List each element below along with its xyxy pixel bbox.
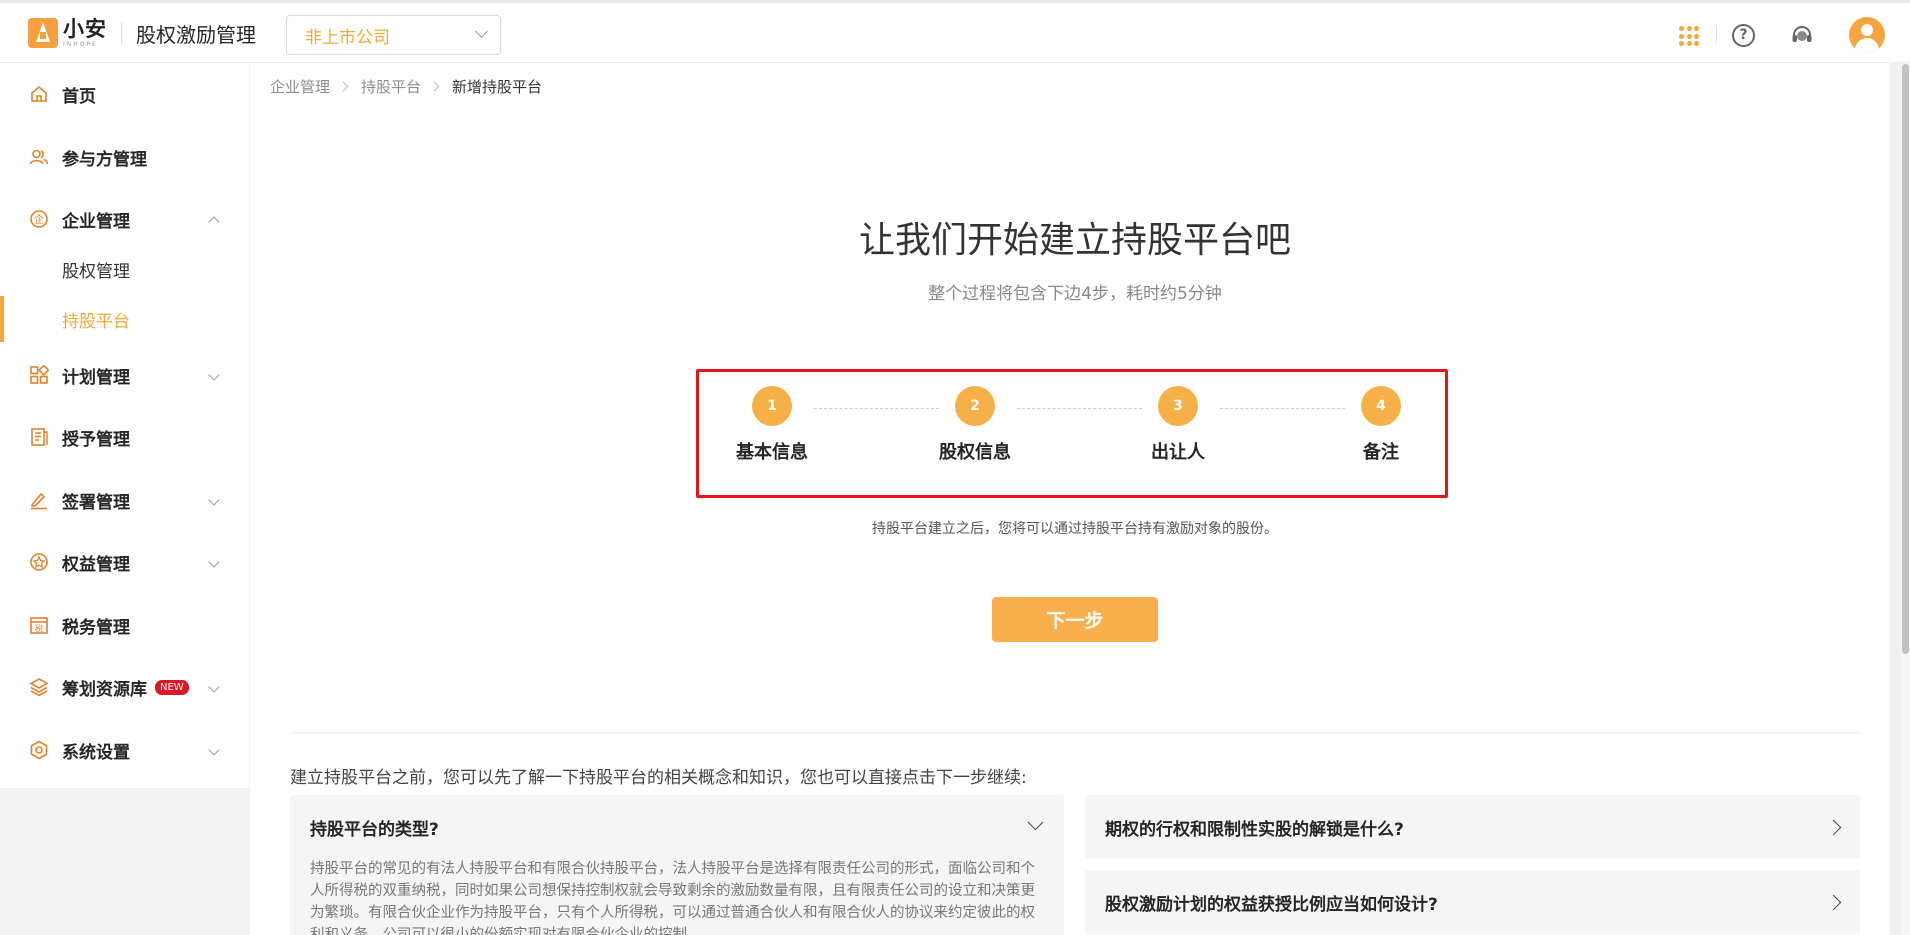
steps-panel: 1 基本信息 2 股权信息 3 出让人 4 备注 (696, 369, 1448, 498)
tax-icon: 税 (30, 617, 48, 634)
company-type-select[interactable]: 非上市公司 (286, 15, 501, 55)
customer-service-icon[interactable] (1790, 24, 1814, 48)
sidebar-item-label: 参与方管理 (62, 149, 147, 170)
step-name: 出让人 (1151, 442, 1205, 463)
step-1: 1 基本信息 (712, 386, 832, 464)
sidebar-item-label: 签署管理 (62, 492, 130, 513)
help-icon[interactable]: ? (1732, 24, 1755, 47)
breadcrumb-link[interactable]: 企业管理 (270, 76, 330, 97)
sidebar-subitem-holding-platform[interactable]: 持股平台 (0, 296, 249, 342)
svg-text:企: 企 (34, 213, 44, 226)
plan-grid-icon (30, 365, 49, 384)
page-title: 让我们开始建立持股平台吧 (858, 220, 1291, 261)
faq-question: 期权的行权和限制性实股的解锁是什么? (1105, 820, 1404, 840)
chevron-down-icon (208, 744, 220, 756)
enterprise-icon: 企 (30, 210, 48, 228)
scrollbar-thumb[interactable] (1902, 64, 1909, 654)
sidebar-item-signing[interactable]: 签署管理 (0, 472, 249, 528)
faq-item[interactable]: 期权的行权和限制性实股的解锁是什么? (1085, 795, 1860, 859)
step-2: 2 股权信息 (915, 386, 1035, 464)
chevron-down-icon (208, 369, 220, 381)
platform-hint: 持股平台建立之后，您将可以通过持股平台持有激励对象的股份。 (872, 521, 1278, 537)
breadcrumb-chevron-icon (338, 81, 349, 92)
chevron-down-icon (208, 681, 220, 693)
sidebar-item-home[interactable]: 首页 (0, 66, 249, 122)
faq-item[interactable]: 股权激励计划的权益获授比例应当如何设计? (1085, 870, 1860, 934)
logo-subtext: INHOPE (63, 40, 98, 48)
new-badge: NEW (155, 680, 189, 695)
top-bar: 小安 INHOPE 股权激励管理 非上市公司 ? (0, 0, 1910, 63)
faq-question: 持股平台的类型? (310, 820, 439, 840)
sidebar-item-label: 系统设置 (62, 742, 130, 763)
sidebar-subitem-label: 持股平台 (62, 311, 130, 332)
sidebar-item-plans[interactable]: 计划管理 (0, 347, 249, 403)
user-avatar[interactable] (1849, 17, 1885, 53)
apps-grid-icon[interactable] (1679, 26, 1699, 46)
badge-icon (30, 553, 48, 571)
chevron-right-icon (1825, 819, 1842, 836)
sidebar-item-label: 首页 (62, 86, 96, 107)
breadcrumb-chevron-icon (429, 81, 440, 92)
toolbar-divider (1716, 27, 1717, 43)
sidebar-item-label: 计划管理 (62, 367, 130, 388)
step-name: 基本信息 (736, 442, 808, 463)
breadcrumb-current: 新增持股平台 (452, 78, 543, 96)
settings-icon (30, 740, 48, 760)
company-type-value: 非上市公司 (305, 27, 390, 48)
users-icon (29, 149, 49, 165)
sidebar-item-label: 税务管理 (62, 617, 130, 638)
sidebar-item-enterprise[interactable]: 企 企业管理 (0, 191, 249, 247)
sidebar-item-resources[interactable]: 筹划资源库 NEW (0, 659, 249, 715)
home-icon (31, 85, 47, 102)
breadcrumb-link[interactable]: 持股平台 (361, 76, 421, 97)
sidebar-panel: 首页 参与方管理 企 企业管理 股权管理 持股平台 计划管理 授予管理 签署管理… (0, 63, 249, 788)
sidebar-item-label: 筹划资源库 (62, 679, 147, 700)
chevron-down-icon (208, 494, 220, 506)
sidebar-item-settings[interactable]: 系统设置 (0, 722, 249, 778)
sidebar-item-label: 企业管理 (62, 211, 130, 232)
section-divider (290, 732, 1860, 733)
sidebar-subitem-equity[interactable]: 股权管理 (0, 246, 249, 292)
chevron-down-icon (475, 25, 488, 38)
document-icon (31, 428, 48, 446)
step-number: 2 (955, 386, 995, 426)
main-content: 企业管理 持股平台 新增持股平台 让我们开始建立持股平台吧 整个过程将包含下边4… (250, 63, 1890, 935)
step-number: 1 (752, 386, 792, 426)
sidebar: 首页 参与方管理 企 企业管理 股权管理 持股平台 计划管理 授予管理 签署管理… (0, 63, 249, 935)
breadcrumb: 企业管理 持股平台 新增持股平台 (270, 76, 542, 97)
chevron-down-icon (208, 556, 220, 568)
step-number: 3 (1158, 386, 1198, 426)
sidebar-item-label: 授予管理 (62, 429, 130, 450)
sidebar-item-label: 权益管理 (62, 554, 130, 575)
app-title: 股权激励管理 (136, 22, 256, 47)
logo-divider (121, 22, 122, 44)
faq-item-expanded[interactable]: 持股平台的类型? 持股平台的常见的有法人持股平台和有限合伙持股平台，法人持股平台… (290, 795, 1064, 935)
faq-intro: 建立持股平台之前，您可以先了解一下持股平台的相关概念和知识，您也可以直接点击下一… (290, 768, 1027, 788)
page-subtitle: 整个过程将包含下边4步，耗时约5分钟 (928, 284, 1222, 304)
sidebar-item-tax[interactable]: 税 税务管理 (0, 597, 249, 653)
svg-text:税: 税 (35, 623, 43, 633)
signature-icon (31, 492, 47, 510)
logo[interactable]: 小安 INHOPE 股权激励管理 (28, 18, 256, 48)
faq-answer: 持股平台的常见的有法人持股平台和有限合伙持股平台，法人持股平台是选择有限责任公司… (310, 861, 1035, 935)
step-3: 3 出让人 (1118, 386, 1238, 464)
faq-question: 股权激励计划的权益获授比例应当如何设计? (1105, 895, 1438, 915)
step-name: 股权信息 (939, 442, 1011, 463)
active-indicator (0, 296, 4, 342)
sidebar-item-rights[interactable]: 权益管理 (0, 534, 249, 590)
step-name: 备注 (1363, 442, 1399, 463)
chevron-down-icon[interactable] (1027, 814, 1044, 831)
sidebar-item-participants[interactable]: 参与方管理 (0, 129, 249, 185)
step-4: 4 备注 (1321, 386, 1441, 464)
chevron-up-icon (208, 216, 220, 228)
step-number: 4 (1361, 386, 1401, 426)
logo-mark-icon (28, 18, 58, 48)
sidebar-item-grants[interactable]: 授予管理 (0, 409, 249, 465)
sidebar-subitem-label: 股权管理 (62, 261, 130, 282)
layers-icon (29, 678, 49, 697)
next-step-button[interactable]: 下一步 (992, 597, 1158, 642)
chevron-right-icon (1825, 894, 1842, 911)
logo-text: 小安 (63, 16, 107, 41)
